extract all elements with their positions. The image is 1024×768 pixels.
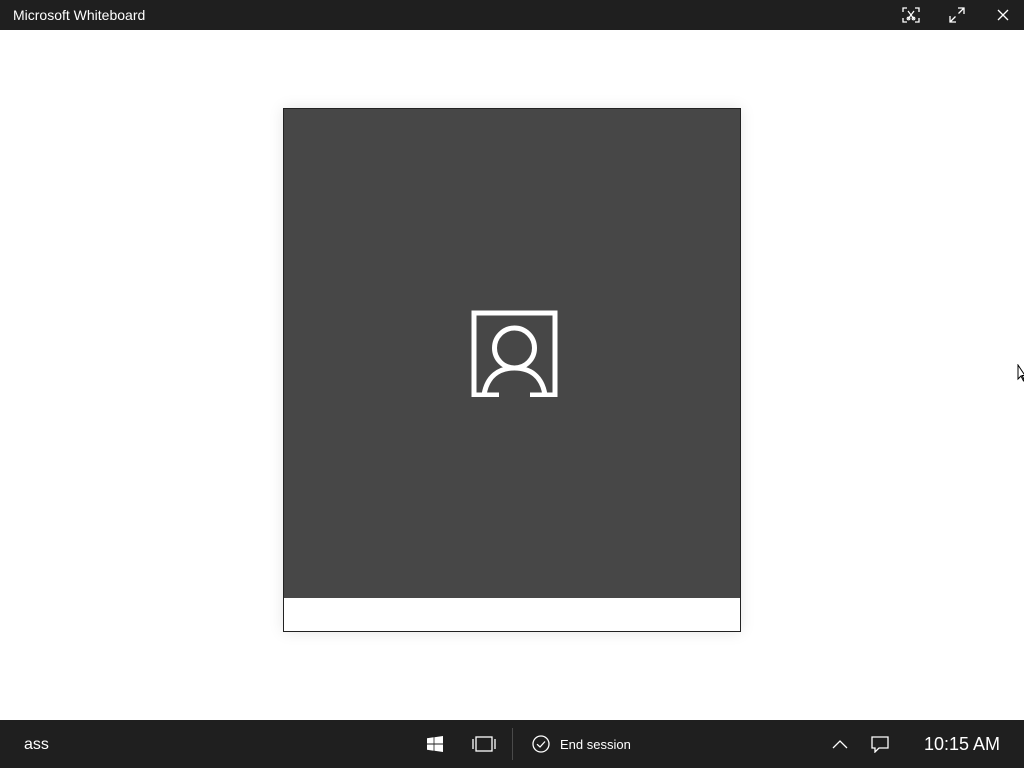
notification-icon <box>871 735 889 753</box>
expand-button[interactable] <box>934 0 980 30</box>
title-bar: Microsoft Whiteboard <box>0 0 1024 30</box>
close-icon <box>997 9 1009 21</box>
task-view-icon <box>472 736 496 752</box>
task-view-button[interactable] <box>466 720 502 768</box>
taskbar-divider <box>512 728 513 760</box>
show-hidden-icons-button[interactable] <box>826 720 854 768</box>
snip-button[interactable] <box>888 0 934 30</box>
card-caption[interactable] <box>284 598 740 631</box>
windows-logo-icon <box>427 736 443 752</box>
start-button[interactable] <box>418 720 452 768</box>
taskbar: ass End session 10:15 AM <box>0 720 1024 768</box>
end-session-button[interactable]: End session <box>522 720 639 768</box>
clock[interactable]: 10:15 AM <box>912 720 1012 768</box>
card-image-placeholder <box>284 109 740 598</box>
mouse-cursor-icon <box>1017 364 1024 382</box>
app-title: Microsoft Whiteboard <box>13 7 146 23</box>
close-button[interactable] <box>980 0 1024 30</box>
expand-icon <box>949 7 965 23</box>
check-circle-icon <box>532 735 550 753</box>
chevron-up-icon <box>832 740 848 749</box>
snip-icon <box>902 7 920 23</box>
whiteboard-canvas[interactable] <box>0 30 1024 720</box>
search-text[interactable]: ass <box>24 736 49 754</box>
action-center-button[interactable] <box>866 720 894 768</box>
end-session-label: End session <box>560 736 631 752</box>
person-placeholder-icon <box>471 310 558 397</box>
image-card[interactable] <box>283 108 741 632</box>
